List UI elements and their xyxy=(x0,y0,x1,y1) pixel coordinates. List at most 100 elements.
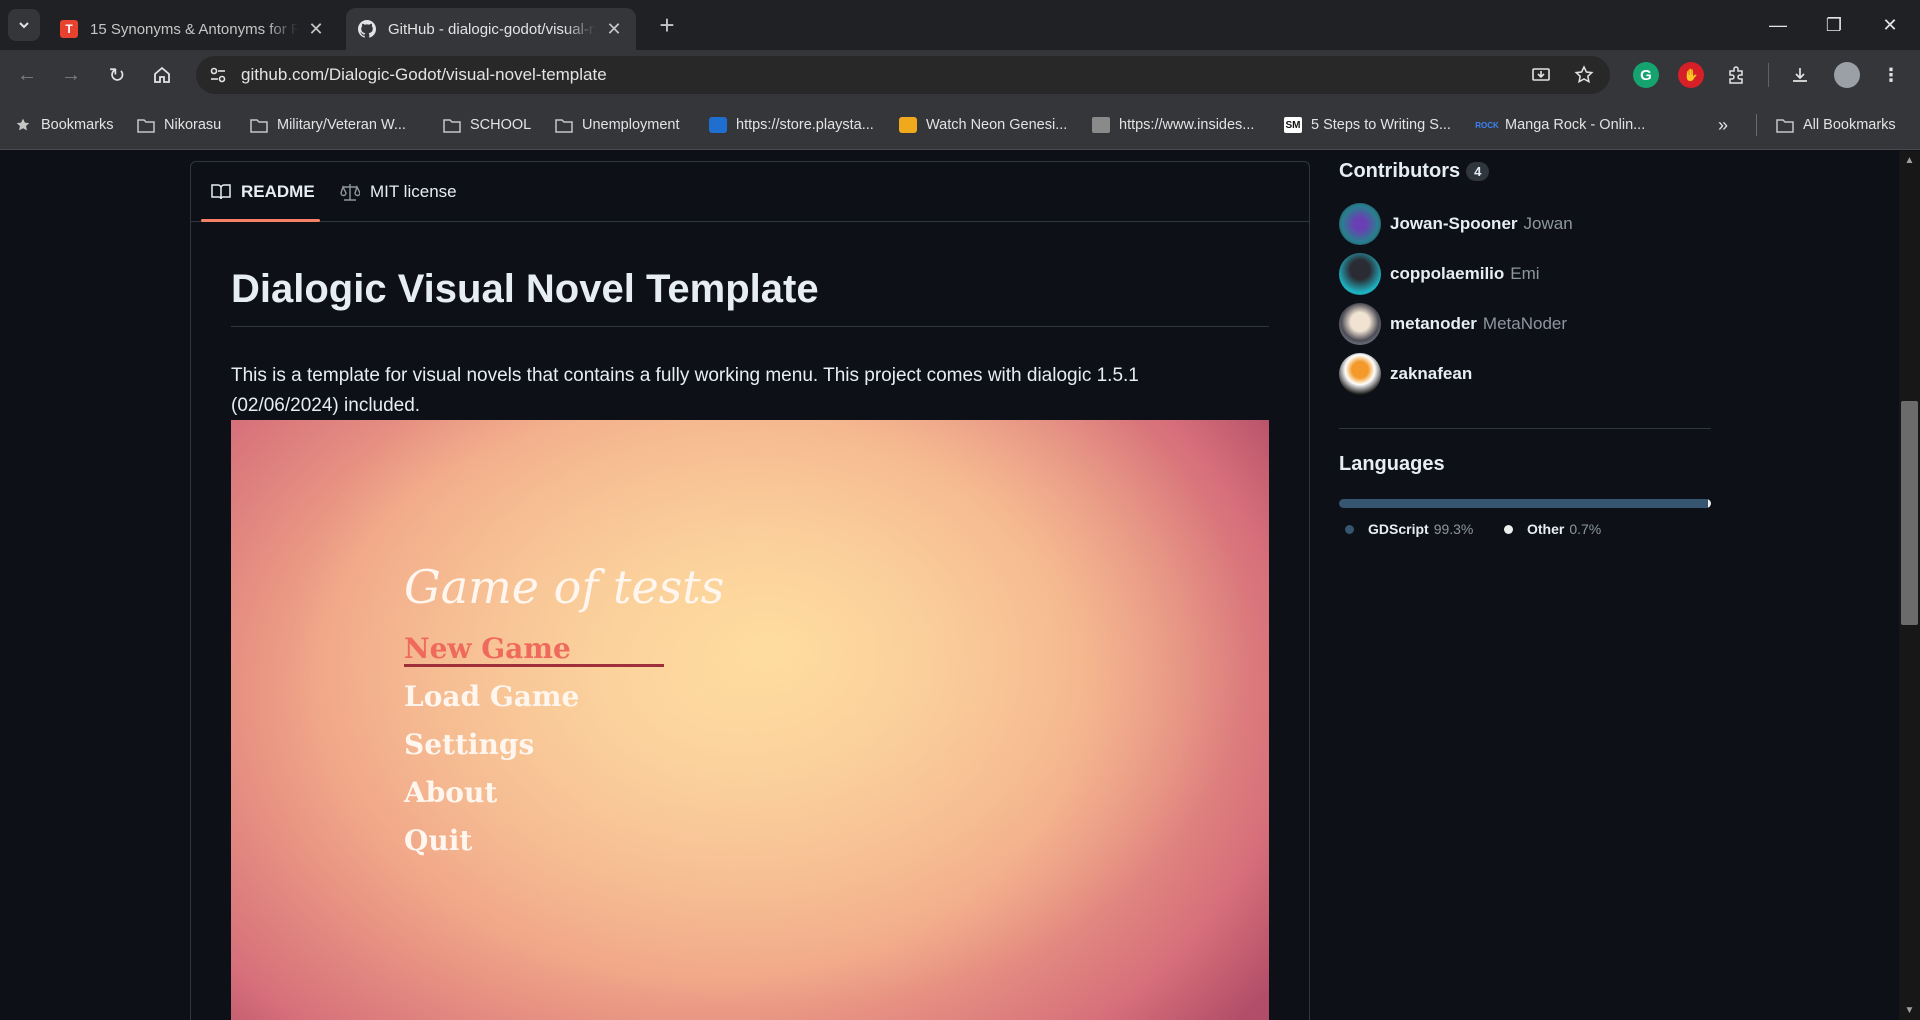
menu-kebab-icon[interactable]: ⋮ xyxy=(1878,62,1904,88)
contributors-title: Contributors xyxy=(1339,160,1461,182)
site-info-icon[interactable] xyxy=(204,61,232,89)
bookmark-folder[interactable]: Military/Veteran W... xyxy=(250,113,406,137)
contributor-item[interactable]: Jowan-Spooner Jowan xyxy=(1339,203,1573,245)
install-app-icon[interactable] xyxy=(1528,62,1554,88)
profile-avatar[interactable] xyxy=(1834,62,1860,88)
forward-button[interactable]: → xyxy=(56,60,86,90)
bookmark-label: Manga Rock - Onlin... xyxy=(1505,117,1646,133)
crunchyroll-icon xyxy=(899,117,917,133)
contributors-count-badge: 4 xyxy=(1466,162,1490,181)
bookmark-label: https://www.insides... xyxy=(1119,117,1255,133)
github-page: README MIT license Dialogic Visual Novel… xyxy=(0,151,1920,1020)
language-item-gdscript[interactable]: GDScript 99.3% xyxy=(1345,521,1473,537)
bookmark-item[interactable]: https://store.playsta... xyxy=(709,113,874,137)
home-icon xyxy=(154,66,170,83)
contributor-login: coppolaemilio xyxy=(1390,264,1505,283)
bookmark-item[interactable]: https://www.insides... xyxy=(1092,113,1254,137)
bookmark-item[interactable]: ROCK Manga Rock - Onlin... xyxy=(1475,113,1646,137)
menu-selection-underline xyxy=(404,664,664,667)
restore-button[interactable]: ❐ xyxy=(1806,0,1862,50)
address-bar[interactable]: github.com/Dialogic-Godot/visual-novel-t… xyxy=(196,56,1610,94)
folder-icon xyxy=(555,117,573,133)
tab-synonyms[interactable]: T 15 Synonyms & Antonyms for R ✕ xyxy=(48,8,338,50)
avatar xyxy=(1339,303,1381,345)
minimize-button[interactable]: — xyxy=(1750,0,1806,50)
chevron-double-right-icon: » xyxy=(1718,114,1729,135)
readme-tab-bar: README MIT license xyxy=(191,162,1309,222)
folder-icon xyxy=(1776,117,1794,133)
language-percent: 99.3% xyxy=(1433,521,1474,537)
language-bar-other xyxy=(1708,499,1711,508)
bookmark-label: Unemployment xyxy=(582,117,680,133)
tab-github[interactable]: GitHub - dialogic-godot/visual-novel-tem… xyxy=(346,8,636,50)
bookmark-folder[interactable]: Nikorasu xyxy=(137,113,221,137)
menu-quit: Quit xyxy=(404,824,473,857)
folder-icon xyxy=(250,117,268,133)
page-scrollbar[interactable]: ▲ ▼ xyxy=(1899,151,1920,1020)
tab-label: README xyxy=(241,182,315,201)
scroll-up-arrow-icon[interactable]: ▲ xyxy=(1899,155,1920,166)
contributor-item[interactable]: coppolaemilio Emi xyxy=(1339,253,1540,295)
page-icon xyxy=(1092,117,1110,133)
menu-new-game: New Game xyxy=(404,632,571,665)
browser-toolbar: ← → ↻ github.com/Dialogic-Godot/visual-n… xyxy=(0,50,1920,100)
star-icon xyxy=(14,117,32,133)
sidebar-divider xyxy=(1339,428,1711,429)
contributor-name: Emi xyxy=(1510,264,1540,283)
new-tab-button[interactable]: + xyxy=(652,10,682,40)
readme-title: Dialogic Visual Novel Template xyxy=(231,267,819,311)
readme-panel: README MIT license Dialogic Visual Novel… xyxy=(190,161,1310,1020)
close-tab-icon[interactable]: ✕ xyxy=(306,19,326,40)
contributors-heading[interactable]: Contributors 4 xyxy=(1339,160,1490,183)
bookmark-folder[interactable]: Unemployment xyxy=(555,113,680,137)
downloads-icon[interactable] xyxy=(1787,62,1813,88)
languages-title: Languages xyxy=(1339,453,1445,475)
language-name: GDScript xyxy=(1368,521,1429,537)
toolbar-divider xyxy=(1768,63,1769,87)
github-favicon-icon xyxy=(358,20,376,38)
url-text: github.com/Dialogic-Godot/visual-novel-t… xyxy=(241,65,607,84)
menu-load-game: Load Game xyxy=(404,680,580,713)
bookmark-label: 5 Steps to Writing S... xyxy=(1311,117,1451,133)
close-window-button[interactable]: ✕ xyxy=(1862,0,1918,50)
back-button[interactable]: ← xyxy=(12,60,42,90)
tab-title: GitHub - dialogic-godot/visual-novel-tem… xyxy=(388,20,596,38)
bookmark-star-icon[interactable] xyxy=(1571,62,1597,88)
contributor-login: Jowan-Spooner xyxy=(1390,214,1518,233)
bookmark-item[interactable]: SM 5 Steps to Writing S... xyxy=(1284,113,1451,137)
menu-about: About xyxy=(404,776,498,809)
rock-icon: ROCK xyxy=(1475,120,1499,130)
tab-title: 15 Synonyms & Antonyms for R xyxy=(90,20,298,38)
contributor-item[interactable]: metanoder MetaNoder xyxy=(1339,303,1567,345)
scrollbar-thumb[interactable] xyxy=(1901,401,1918,625)
tab-license[interactable]: MIT license xyxy=(340,162,457,222)
bookmark-label: Bookmarks xyxy=(41,117,114,133)
scale-icon xyxy=(340,183,360,201)
bookmark-folder[interactable]: SCHOOL xyxy=(443,113,531,137)
extensions-icon[interactable] xyxy=(1723,62,1749,88)
contributor-login: zaknafean xyxy=(1390,364,1473,383)
more-bookmarks-button[interactable]: » xyxy=(1718,113,1728,137)
bookmark-item[interactable]: Bookmarks xyxy=(14,113,114,137)
bookmarks-bar: Bookmarks Nikorasu Military/Veteran W...… xyxy=(0,100,1920,150)
bookmark-item[interactable]: Watch Neon Genesi... xyxy=(899,113,1067,137)
grammarly-icon[interactable]: G xyxy=(1633,62,1659,88)
tab-label: MIT license xyxy=(370,182,457,201)
scroll-down-arrow-icon[interactable]: ▼ xyxy=(1899,1005,1920,1016)
tab-search-button[interactable] xyxy=(8,9,40,41)
folder-icon xyxy=(443,117,461,133)
readme-description: This is a template for visual novels tha… xyxy=(231,365,1139,416)
avatar xyxy=(1339,253,1381,295)
bookmarks-divider xyxy=(1756,114,1757,136)
menu-settings: Settings xyxy=(404,728,535,761)
all-bookmarks-button[interactable]: All Bookmarks xyxy=(1776,113,1896,137)
contributor-item[interactable]: zaknafean xyxy=(1339,353,1478,395)
language-bar-gdscript xyxy=(1339,499,1709,508)
adblock-icon[interactable]: ✋ xyxy=(1678,62,1704,88)
reload-button[interactable]: ↻ xyxy=(102,60,132,90)
home-button[interactable] xyxy=(147,60,177,90)
language-bar xyxy=(1339,499,1711,508)
close-tab-icon[interactable]: ✕ xyxy=(604,19,624,40)
game-screenshot[interactable]: Game of tests New Game Load Game Setting… xyxy=(231,420,1269,1020)
tab-readme[interactable]: README xyxy=(211,162,315,222)
